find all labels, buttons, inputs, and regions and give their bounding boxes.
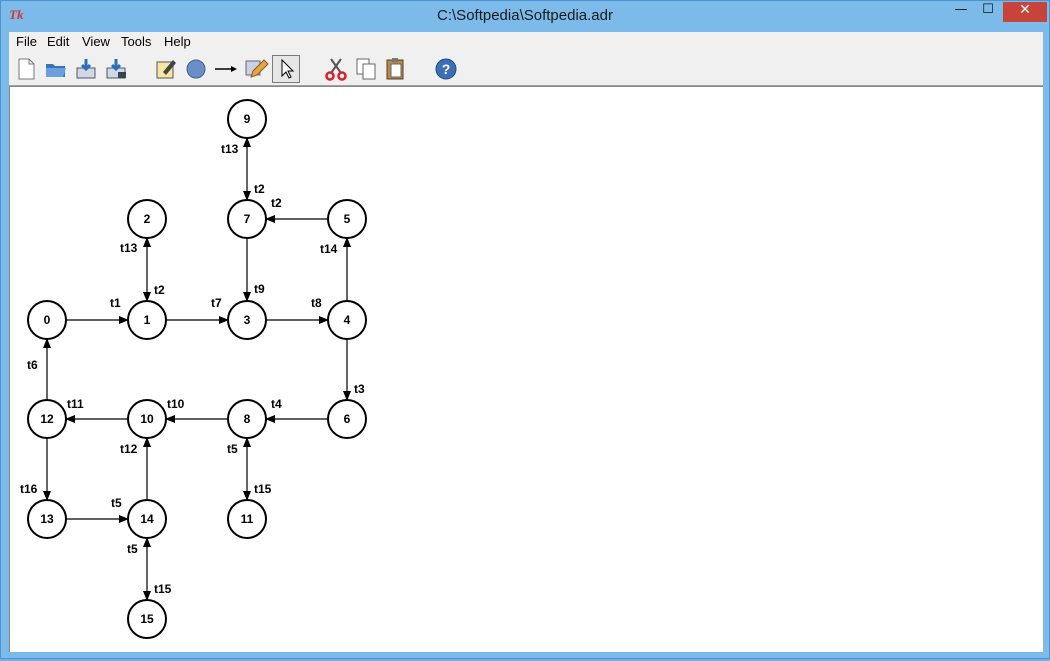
node-1[interactable]: 1: [127, 300, 167, 340]
node-label: 3: [244, 313, 251, 327]
node-3[interactable]: 3: [227, 300, 267, 340]
node-label: 14: [140, 512, 154, 526]
edge-label: t16: [20, 482, 38, 496]
edge-label: t4: [271, 397, 282, 411]
edge-label: t9: [254, 282, 265, 296]
edge-label: t3: [354, 382, 365, 396]
graph-canvas[interactable]: t1 t13 t2 t7 t13 t2 t2 t9 t8 t14 t3 t4 t10 t11 t6 t16 t5…: [9, 86, 1043, 652]
edge-label: t1: [110, 296, 121, 310]
node-12[interactable]: 12: [27, 399, 67, 439]
edge-label: t5: [127, 542, 138, 556]
node-label: 8: [244, 412, 251, 426]
edge-label: t8: [311, 296, 322, 310]
node-13[interactable]: 13: [27, 499, 67, 539]
app-window: Tk C:\Softpedia\Softpedia.adr — ☐ ✕ File…: [0, 0, 1050, 659]
graph-diagram[interactable]: t1 t13 t2 t7 t13 t2 t2 t9 t8 t14 t3 t4 t10 t11 t6 t16 t5…: [2, 2, 1050, 661]
node-7[interactable]: 7: [227, 199, 267, 239]
node-label: 9: [244, 112, 251, 126]
node-label: 1: [144, 313, 151, 327]
node-0[interactable]: 0: [27, 300, 67, 340]
node-2[interactable]: 2: [127, 199, 167, 239]
node-label: 0: [44, 313, 51, 327]
edge-label: t15: [254, 482, 272, 496]
edge-label: t5: [227, 442, 238, 456]
node-11[interactable]: 11: [227, 499, 267, 539]
edge-label: t10: [167, 397, 185, 411]
node-10[interactable]: 10: [127, 399, 167, 439]
edge-label: t7: [211, 296, 222, 310]
edge-label: t13: [120, 241, 138, 255]
node-label: 13: [40, 512, 54, 526]
edge-label: t2: [254, 182, 265, 196]
node-label: 12: [40, 412, 54, 426]
node-9[interactable]: 9: [227, 99, 267, 139]
edge-label: t2: [271, 196, 282, 210]
node-5[interactable]: 5: [327, 199, 367, 239]
node-label: 4: [344, 313, 351, 327]
edge-label: t15: [154, 582, 172, 596]
node-label: 10: [140, 412, 154, 426]
node-label: 15: [140, 612, 154, 626]
node-label: 2: [144, 212, 151, 226]
node-4[interactable]: 4: [327, 300, 367, 340]
node-label: 6: [344, 412, 351, 426]
node-15[interactable]: 15: [127, 599, 167, 639]
node-8[interactable]: 8: [227, 399, 267, 439]
edge-label: t2: [154, 283, 165, 297]
edge-label: t5: [111, 496, 122, 510]
edge-label: t13: [221, 142, 239, 156]
node-label: 7: [244, 212, 251, 226]
edge-label: t11: [67, 397, 84, 411]
node-label: 11: [241, 512, 254, 526]
edge-label: t6: [27, 358, 38, 372]
edge-label: t12: [120, 442, 138, 456]
node-label: 5: [344, 212, 351, 226]
node-6[interactable]: 6: [327, 399, 367, 439]
edge-label: t14: [320, 242, 338, 256]
node-14[interactable]: 14: [127, 499, 167, 539]
